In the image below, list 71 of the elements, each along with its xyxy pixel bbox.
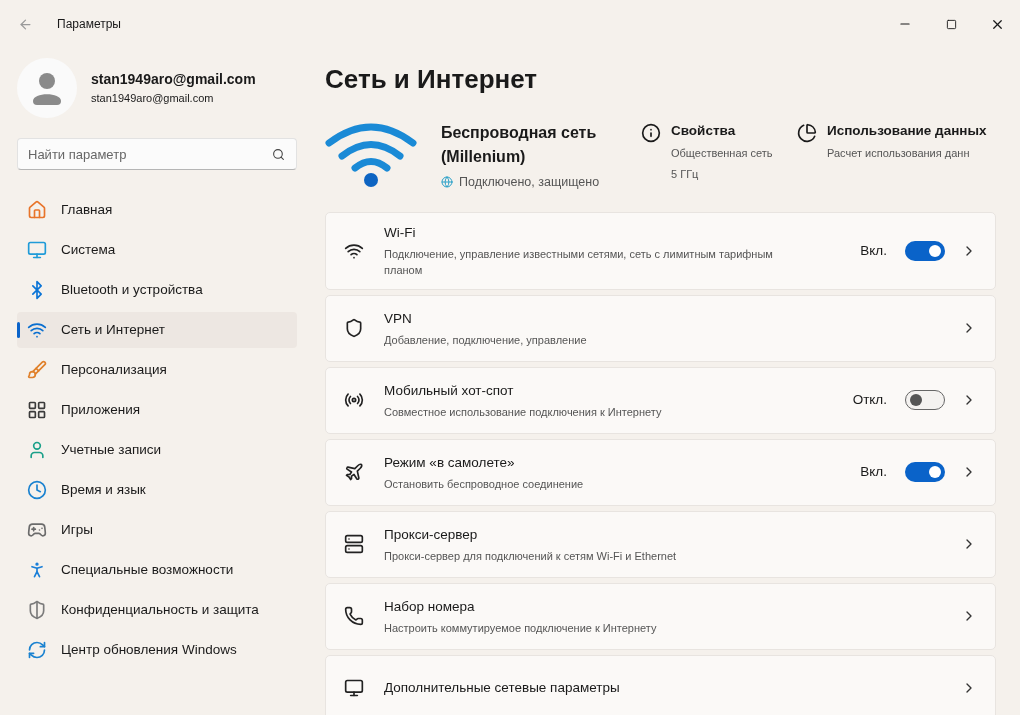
phone-icon — [344, 606, 364, 627]
settings-card[interactable]: Wi-Fi Подключение, управление известными сетями, сеть с лимитным тарифным планом Вкл. — [325, 211, 996, 290]
toggle-state-label: Вкл. — [860, 463, 887, 482]
user-icon — [27, 440, 47, 460]
sidebar-item[interactable]: Bluetooth и устройства — [17, 272, 297, 308]
sidebar-item[interactable]: Приложения — [17, 392, 297, 428]
apps-icon — [27, 400, 47, 420]
toggle-switch[interactable] — [905, 462, 945, 483]
card-title: Дополнительные сетевые параметры — [384, 679, 621, 698]
wifi-icon — [325, 121, 417, 187]
wifi-icon — [27, 320, 47, 340]
shield-icon — [344, 318, 364, 339]
card-title: Прокси-сервер — [384, 525, 479, 544]
settings-card[interactable]: VPN Добавление, подключение, управление — [325, 294, 996, 362]
search-field[interactable]: Найти параметр — [17, 138, 297, 170]
sidebar-item[interactable]: Время и язык — [17, 472, 297, 508]
card-title: Мобильный хот-спот — [384, 381, 515, 400]
shield-icon — [27, 600, 47, 620]
toggle-switch[interactable] — [905, 390, 945, 411]
card-title: Wi-Fi — [384, 224, 417, 243]
properties-detail: Общественная сеть — [671, 146, 773, 162]
plane-icon — [344, 462, 364, 483]
settings-card[interactable]: Дополнительные сетевые параметры — [325, 654, 996, 715]
properties-detail: 5 ГГц — [671, 166, 700, 182]
sidebar-item[interactable]: Конфиденциальность и защита — [17, 592, 297, 628]
home-icon — [27, 200, 47, 220]
sidebar-item[interactable]: Система — [17, 232, 297, 268]
toggle-state-label: Вкл. — [860, 241, 887, 260]
toggle-state-label: Откл. — [852, 391, 887, 410]
sidebar-item[interactable]: Центр обновления Windows — [17, 632, 297, 668]
sidebar-item[interactable]: Специальные возможности — [17, 552, 297, 588]
settings-card[interactable]: Прокси-сервер Прокси-сервер для подключений к сетям Wi-Fi и Ethernet — [325, 510, 996, 578]
settings-card[interactable]: Набор номера Настроить коммутируемое подключение к Интернету — [325, 582, 996, 650]
gamepad-icon — [27, 520, 47, 540]
data-usage-detail: Расчет использования данн — [827, 146, 971, 162]
card-title: Набор номера — [384, 597, 476, 616]
toggle-switch[interactable] — [905, 240, 945, 261]
card-title: Режим «в самолете» — [384, 453, 516, 472]
network-name: Беспроводная сеть (Millenium) — [441, 123, 598, 167]
server-icon — [344, 534, 364, 555]
page-title: Сеть и Интернет — [325, 63, 539, 96]
maximize-icon — [945, 18, 957, 30]
properties-link[interactable]: Свойства — [671, 121, 773, 142]
account-name: stan1949aro@gmail.com — [91, 70, 256, 90]
refresh-icon — [27, 640, 47, 660]
pie-chart-icon[interactable] — [797, 123, 817, 143]
account-email: stan1949aro@gmail.com — [91, 91, 215, 107]
settings-card[interactable]: Режим «в самолете» Остановить беспроводное соединение Вкл. — [325, 438, 996, 506]
monitor-icon — [344, 678, 364, 699]
clock-icon — [27, 480, 47, 500]
monitor-icon — [27, 240, 47, 260]
data-usage-link[interactable]: Использование данных — [827, 121, 987, 142]
window-title: Параметры — [57, 16, 121, 33]
brush-icon — [27, 360, 47, 380]
card-subtitle: Совместное использование подключения к Интернету — [384, 404, 663, 420]
sidebar-item[interactable]: Учетные записи — [17, 432, 297, 468]
sidebar-item[interactable]: Игры — [17, 512, 297, 548]
card-subtitle: Добавление, подключение, управление — [384, 332, 588, 348]
search-icon[interactable] — [272, 148, 285, 161]
sidebar-item[interactable]: Главная — [17, 192, 297, 228]
card-subtitle: Настроить коммутируемое подключение к Интернету — [384, 620, 658, 636]
settings-card[interactable]: Мобильный хот-спот Совместное использование подключения к Интернету Откл. — [325, 366, 996, 434]
card-title: VPN — [384, 309, 413, 328]
card-subtitle: Подключение, управление известными сетями, сеть с лимитным тарифным планом — [384, 247, 774, 279]
sidebar-item[interactable]: Сеть и Интернет — [17, 312, 297, 348]
globe-icon — [441, 176, 453, 189]
card-subtitle: Остановить беспроводное соединение — [384, 476, 585, 492]
card-subtitle: Прокси-сервер для подключений к сетям Wi-Fi и Ethernet — [384, 548, 678, 564]
sidebar-item[interactable]: Персонализация — [17, 352, 297, 388]
network-status: Подключено, защищено — [459, 174, 600, 191]
info-icon[interactable] — [641, 123, 661, 143]
